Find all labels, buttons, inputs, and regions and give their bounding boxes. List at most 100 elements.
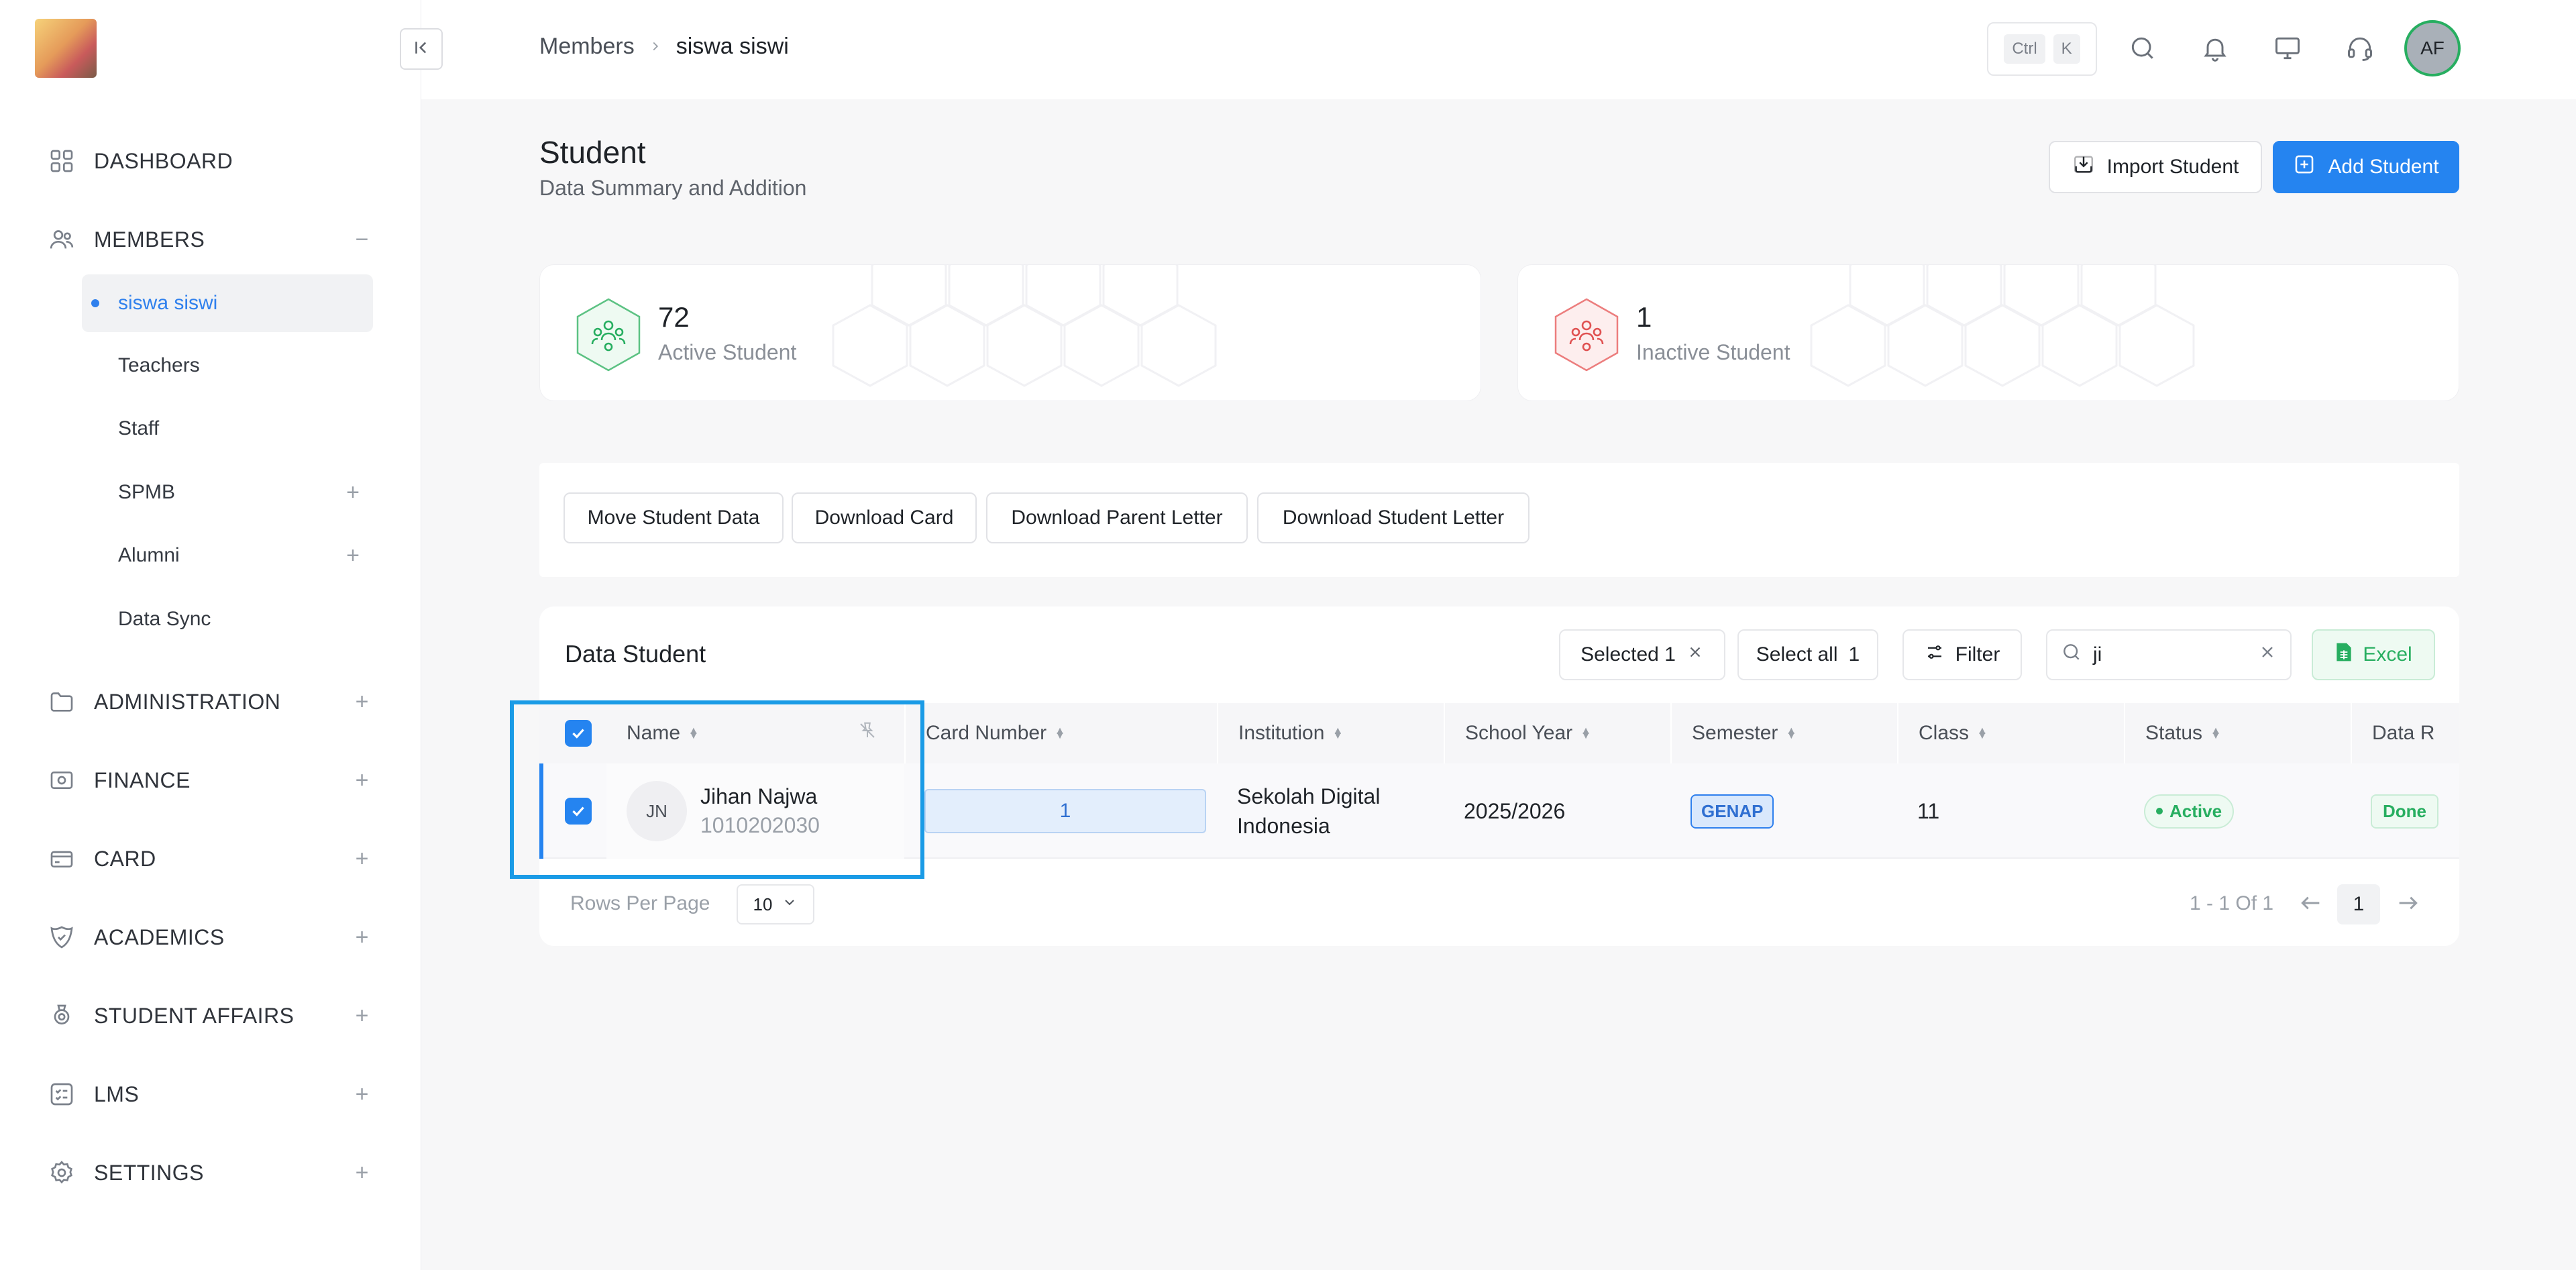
class-value: 11: [1917, 798, 1940, 823]
folder-icon: [47, 687, 76, 717]
column-header-institution[interactable]: Institution ▲ ▼: [1217, 703, 1444, 763]
expand-sign[interactable]: +: [356, 1160, 369, 1186]
download-parent-letter-button[interactable]: Download Parent Letter: [986, 492, 1248, 543]
select-all-label: Select all: [1756, 643, 1838, 666]
filter-button[interactable]: Filter: [1902, 629, 2022, 680]
cell-class: 11: [1897, 763, 2124, 859]
import-student-button[interactable]: Import Student: [2049, 141, 2262, 193]
next-page-icon[interactable]: [2395, 890, 2422, 920]
nav-label: CARD: [94, 846, 156, 871]
breadcrumb-members[interactable]: Members: [539, 34, 635, 60]
sub-item-staff[interactable]: Staff: [82, 400, 373, 458]
inactive-student-icon: [1554, 298, 1619, 372]
collapse-sidebar-button[interactable]: [400, 28, 443, 70]
expand-sign[interactable]: +: [346, 480, 360, 506]
nav-lms[interactable]: LMS +: [47, 1074, 369, 1114]
command-shortcut[interactable]: Ctrl K: [1987, 22, 2097, 76]
cell-status: Active: [2124, 763, 2351, 859]
active-student-icon: [576, 298, 641, 372]
prev-page-icon[interactable]: [2297, 890, 2324, 920]
clear-search-icon[interactable]: [2258, 643, 2277, 667]
nav-label: FINANCE: [94, 768, 191, 792]
kbd-ctrl: Ctrl: [2004, 34, 2045, 64]
column-header-status[interactable]: Status ▲ ▼: [2124, 703, 2351, 763]
expand-sign[interactable]: +: [356, 689, 369, 715]
nav-card[interactable]: CARD +: [47, 839, 369, 879]
school-year: 2025/2026: [1464, 798, 1566, 823]
search-input[interactable]: ji: [2046, 629, 2292, 680]
expand-sign[interactable]: +: [356, 846, 369, 872]
sort-icon[interactable]: ▲ ▼: [1332, 725, 1343, 741]
column-header-card-number[interactable]: Card Number ▲ ▼: [904, 703, 1217, 763]
headset-icon[interactable]: [2343, 31, 2377, 66]
nav-settings[interactable]: SETTINGS +: [47, 1153, 369, 1193]
sub-item-label: siswa siswi: [118, 292, 218, 314]
select-all-button[interactable]: Select all 1: [1737, 629, 1878, 680]
column-header-semester[interactable]: Semester ▲ ▼: [1670, 703, 1897, 763]
column-label: Card Number: [926, 722, 1047, 744]
download-student-letter-button[interactable]: Download Student Letter: [1257, 492, 1529, 543]
sort-icon[interactable]: ▲ ▼: [1977, 725, 1988, 741]
institution-text: Sekolah Digital Indonesia: [1237, 783, 1380, 839]
search-value: ji: [2093, 643, 2102, 666]
sub-item-data-sync[interactable]: Data Sync: [82, 590, 373, 648]
rows-per-page-value: 10: [753, 894, 773, 914]
sort-icon[interactable]: ▲ ▼: [1580, 725, 1591, 741]
gear-icon: [47, 1158, 76, 1187]
expand-sign[interactable]: +: [356, 924, 369, 951]
collapse-sign[interactable]: −: [356, 227, 369, 253]
spreadsheet-icon: [2334, 641, 2353, 668]
nav-members[interactable]: MEMBERS −: [47, 219, 369, 260]
button-label: Download Student Letter: [1282, 507, 1505, 529]
bell-icon[interactable]: [2198, 31, 2233, 66]
expand-sign[interactable]: +: [356, 1081, 369, 1108]
nav-finance[interactable]: FINANCE +: [47, 760, 369, 800]
selection-highlight-box: [510, 700, 924, 879]
cell-card-number: 1: [904, 763, 1217, 859]
sub-item-label: SPMB: [118, 481, 176, 503]
filter-icon: [1925, 642, 1945, 668]
monitor-icon[interactable]: [2270, 31, 2305, 66]
sort-icon[interactable]: ▲ ▼: [1786, 725, 1796, 741]
money-icon: [47, 765, 76, 795]
chevron-right-icon: [648, 34, 663, 60]
column-label: Status: [2145, 722, 2203, 744]
close-icon[interactable]: [1686, 643, 1704, 666]
inactive-student-label: Inactive Student: [1636, 340, 1790, 364]
column-header-school-year[interactable]: School Year ▲ ▼: [1444, 703, 1670, 763]
page-number-button[interactable]: 1: [2337, 884, 2380, 924]
data-status-badge: Done: [2371, 794, 2438, 829]
school-logo[interactable]: [35, 19, 97, 78]
download-card-button[interactable]: Download Card: [792, 492, 977, 543]
expand-sign[interactable]: +: [356, 1003, 369, 1029]
card-number-field[interactable]: 1: [924, 789, 1206, 833]
sort-icon[interactable]: ▲ ▼: [1055, 725, 1065, 741]
sort-icon[interactable]: ▲ ▼: [2210, 725, 2221, 741]
search-icon[interactable]: [2125, 31, 2160, 66]
move-student-data-button[interactable]: Move Student Data: [564, 492, 784, 543]
expand-sign[interactable]: +: [346, 543, 360, 569]
nav-academics[interactable]: ACADEMICS +: [47, 917, 369, 957]
sub-item-siswa-siswi[interactable]: siswa siswi: [82, 274, 373, 332]
sub-item-alumni[interactable]: Alumni +: [82, 527, 373, 584]
rows-per-page-select[interactable]: 10: [737, 884, 814, 924]
column-label: Semester: [1692, 722, 1778, 744]
nav-administration[interactable]: ADMINISTRATION +: [47, 682, 369, 722]
select-all-count: 1: [1848, 643, 1860, 666]
excel-export-button[interactable]: Excel: [2312, 629, 2435, 680]
nav-student-affairs[interactable]: STUDENT AFFAIRS +: [47, 996, 369, 1036]
nav-dashboard[interactable]: DASHBOARD: [47, 141, 369, 181]
add-label: Add Student: [2328, 156, 2439, 178]
status-badge: Active: [2144, 794, 2235, 829]
selected-chip[interactable]: Selected 1: [1559, 629, 1725, 680]
users-icon: [47, 225, 76, 254]
expand-sign[interactable]: +: [356, 768, 369, 794]
semester-badge: GENAP: [1690, 794, 1774, 829]
user-avatar[interactable]: AF: [2404, 20, 2461, 76]
sub-item-spmb[interactable]: SPMB +: [82, 464, 373, 521]
add-student-button[interactable]: Add Student: [2273, 141, 2459, 193]
column-header-data[interactable]: Data R: [2351, 703, 2459, 763]
sub-item-teachers[interactable]: Teachers: [82, 337, 373, 394]
column-header-class[interactable]: Class ▲ ▼: [1897, 703, 2124, 763]
plus-square-icon: [2293, 153, 2316, 181]
